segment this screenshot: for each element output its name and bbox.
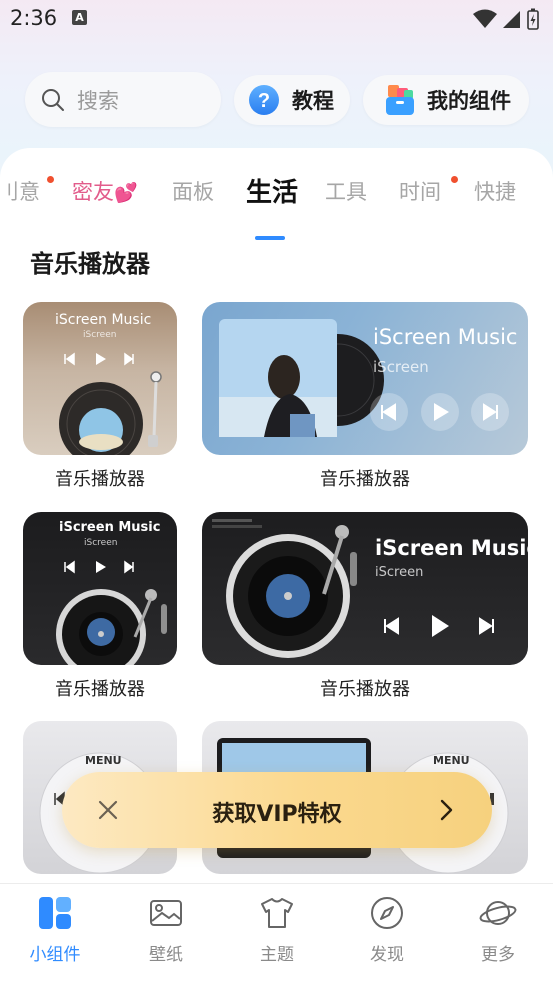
image-icon [150,900,182,926]
turntable-art [56,560,167,665]
turntable-art [212,519,494,658]
widget-label: 音乐播放器 [320,469,410,490]
nav-discover[interactable]: 发现 [337,896,437,965]
music-widget-small-dark[interactable]: iScreen Music iScreen [23,512,177,665]
planet-icon [479,901,517,925]
chevron-right-icon [440,799,453,821]
music-widget-small-warm[interactable]: iScreen Music iScreen [23,302,177,455]
tutorial-button[interactable]: ? 教程 [234,75,350,125]
status-icons [473,8,539,30]
vip-banner-text: 获取VIP特权 [212,802,342,827]
tab-shortcuts[interactable]: 快捷 [474,176,516,206]
nav-themes-label: 主题 [260,945,294,965]
widgets-icon [39,897,71,929]
my-widgets-button[interactable]: 我的组件 [363,75,529,125]
tab-close-friends[interactable]: 密友💕 [72,176,138,206]
bottom-navigation: 小组件 壁纸 主题 发现 更多 [0,883,553,983]
shirt-icon [261,898,293,928]
nav-more[interactable]: 更多 [448,896,548,965]
tutorial-label: 教程 [292,89,334,113]
battery-charging-icon [527,8,539,30]
signal-icon [503,11,520,28]
svg-text:?: ? [258,90,270,112]
compass-icon [371,897,403,929]
search-input[interactable]: 搜索 [25,72,221,127]
music-widget-wide-dark[interactable]: iScreen Music iScreen [202,512,528,665]
nav-widgets-label: 小组件 [29,945,81,965]
category-tabs: 刂意 密友💕 面板 生活 工具 时间 快捷 [0,170,553,240]
tab-time-dot [451,176,458,183]
widget-subtitle: iScreen [373,358,429,376]
menu-label: MENU [85,754,122,767]
notification-icon: A [72,10,87,25]
status-time: 2:36 [10,6,58,30]
nav-wallpaper-label: 壁纸 [149,945,183,965]
nav-widgets[interactable]: 小组件 [5,896,105,965]
turntable-art [59,352,162,455]
nav-discover-label: 发现 [370,945,404,965]
section-title: 音乐播放器 [30,250,150,278]
widget-label: 音乐播放器 [55,469,145,490]
widget-title: iScreen Music [375,536,528,560]
menu-label: MENU [433,754,470,767]
status-bar: 2:36 A [0,0,553,40]
my-widgets-label: 我的组件 [427,89,511,113]
music-widget-wide-blue[interactable]: iScreen Music iScreen [202,302,528,455]
tab-life[interactable]: 生活 [246,172,298,209]
wifi-icon [473,9,497,28]
widget-label: 音乐播放器 [55,679,145,700]
tab-panel[interactable]: 面板 [172,176,214,206]
widget-box-icon [386,85,414,115]
active-tab-indicator [255,236,285,240]
nav-more-label: 更多 [481,945,515,965]
tab-close-friends-label: 密友 [72,180,114,204]
nav-wallpaper[interactable]: 壁纸 [116,896,216,965]
nav-themes[interactable]: 主题 [227,896,327,965]
widget-label: 音乐播放器 [320,679,410,700]
widget-subtitle: iScreen [375,565,424,580]
widget-title: iScreen Music [373,325,518,349]
search-icon [42,88,64,111]
vip-banner[interactable]: 获取VIP特权 [62,772,492,848]
help-icon: ? [249,85,279,115]
tab-creative[interactable]: 刂意 [0,176,40,206]
search-placeholder: 搜索 [77,88,119,113]
hearts-icon: 💕 [114,182,138,204]
tab-creative-dot [47,176,54,183]
tab-time[interactable]: 时间 [399,176,441,206]
tab-tools[interactable]: 工具 [325,176,367,206]
